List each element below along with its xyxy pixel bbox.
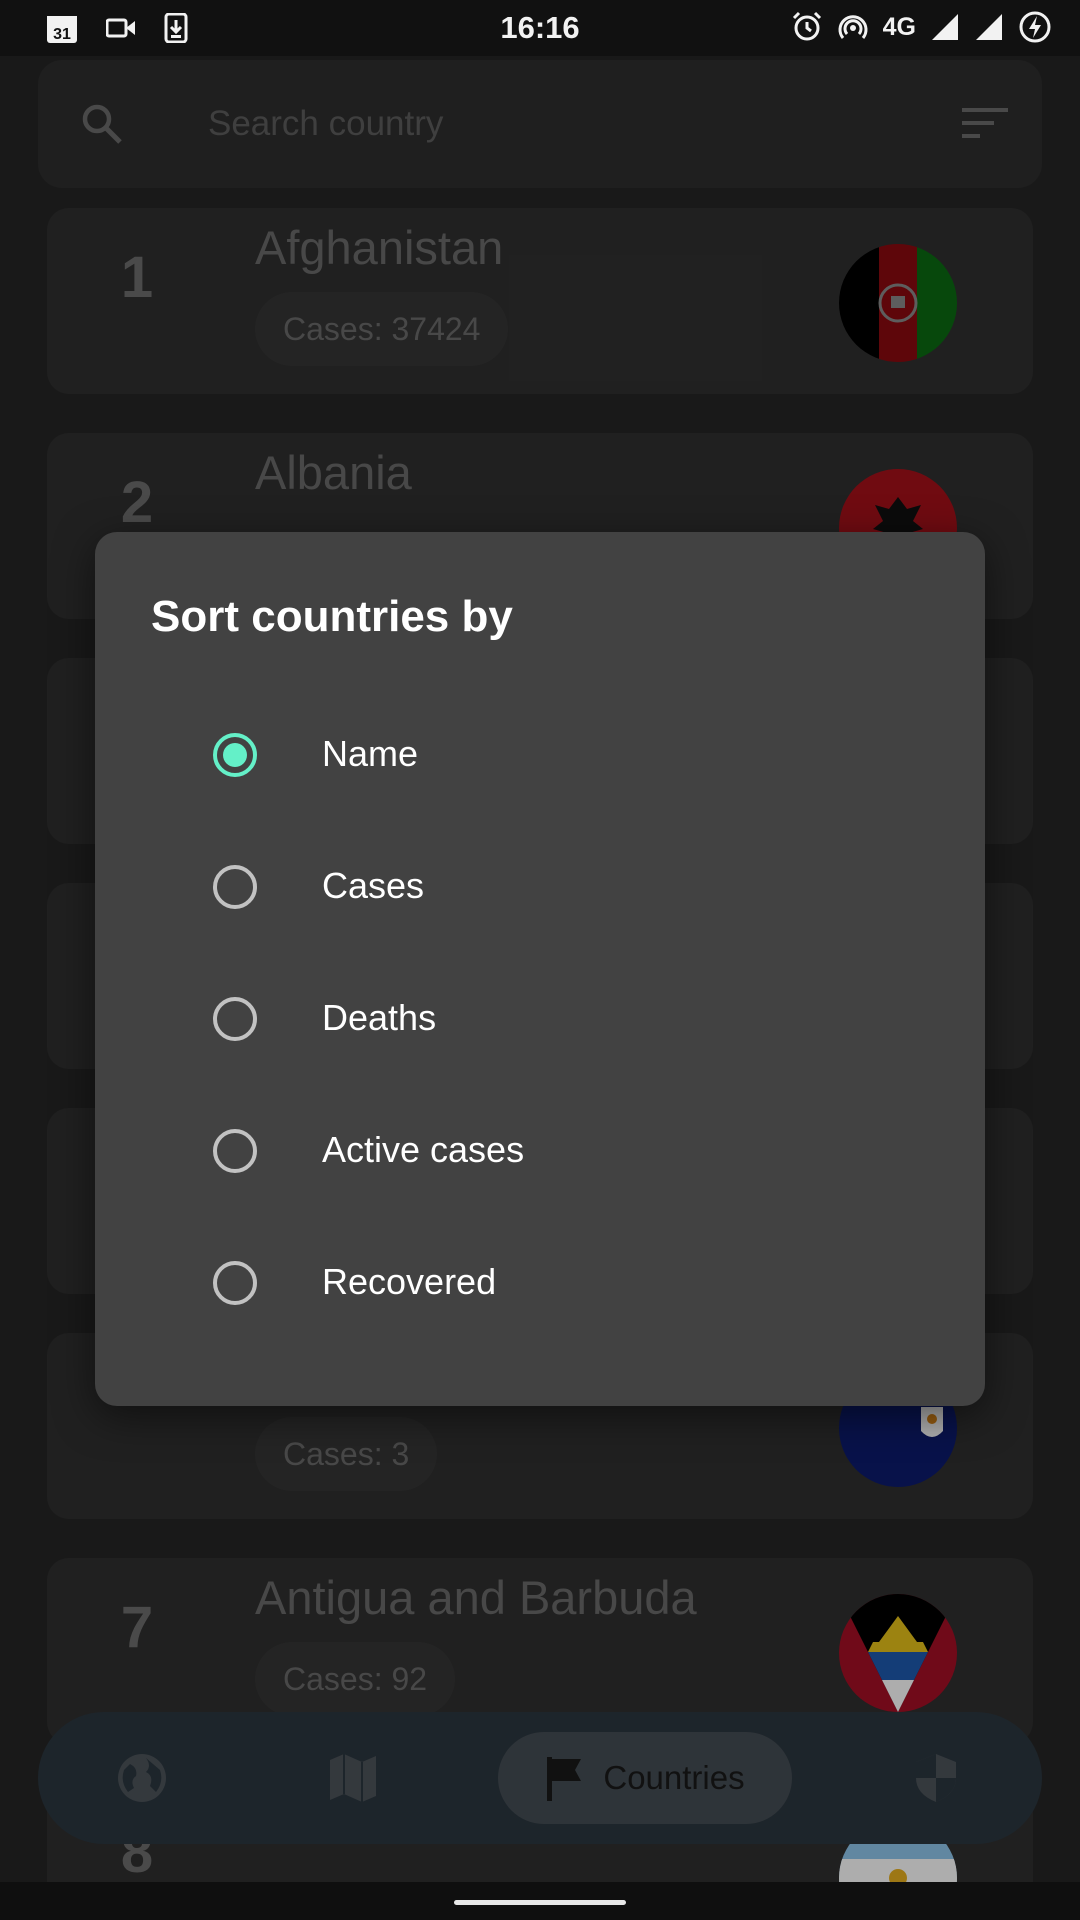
system-navigation-bar bbox=[0, 1882, 1080, 1920]
radio-button-checked[interactable] bbox=[213, 733, 257, 777]
dialog-title: Sort countries by bbox=[151, 592, 513, 641]
sort-option-label: Recovered bbox=[322, 1261, 497, 1302]
sort-option-deaths[interactable]: Deaths bbox=[95, 953, 985, 1085]
sort-option-cases[interactable]: Cases bbox=[95, 821, 985, 953]
signal-icon bbox=[932, 14, 958, 40]
alarm-icon bbox=[792, 11, 821, 41]
network-type: 4G bbox=[882, 12, 916, 41]
status-bar: 31 16:16 4G bbox=[0, 0, 1080, 56]
home-gesture-handle[interactable] bbox=[454, 1900, 626, 1905]
status-bar-right-icons: 4G bbox=[791, 10, 1052, 44]
radio-button[interactable] bbox=[213, 865, 257, 909]
sort-option-label: Cases bbox=[322, 865, 425, 906]
hotspot-icon bbox=[838, 15, 868, 39]
battery-charging-icon bbox=[1019, 11, 1051, 43]
sort-option-recovered[interactable]: Recovered bbox=[95, 1217, 985, 1349]
sort-option-label: Active cases bbox=[322, 1129, 525, 1170]
sort-dialog: Sort countries by Name Cases Deaths Acti… bbox=[95, 532, 985, 1406]
radio-button[interactable] bbox=[213, 1129, 257, 1173]
radio-button[interactable] bbox=[213, 1261, 257, 1305]
sort-option-label: Name bbox=[322, 733, 419, 774]
sort-option-name[interactable]: Name bbox=[95, 689, 985, 821]
sort-option-active-cases[interactable]: Active cases bbox=[95, 1085, 985, 1217]
sort-option-label: Deaths bbox=[322, 997, 437, 1038]
radio-button[interactable] bbox=[213, 997, 257, 1041]
signal-icon bbox=[976, 14, 1002, 40]
